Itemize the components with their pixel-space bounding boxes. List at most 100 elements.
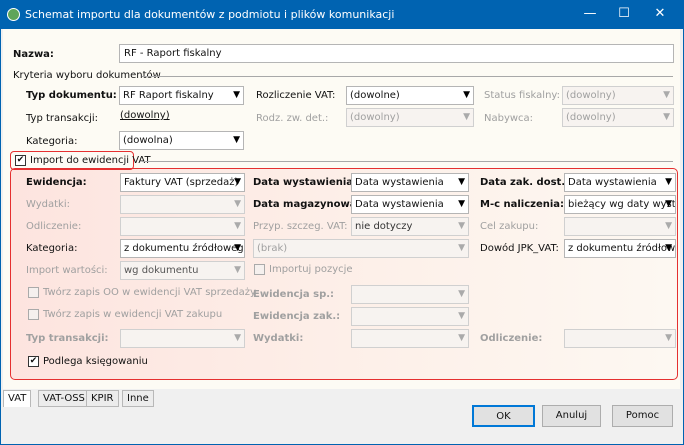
minimize-button[interactable]: — (580, 5, 600, 23)
przyp-label: Przyp. szczeg. VAT: (253, 221, 348, 232)
chevron-down-icon: ▼ (458, 221, 465, 231)
ew-zak-combo[interactable]: ▼ (351, 307, 469, 326)
tab-inne[interactable]: Inne (122, 390, 154, 407)
chevron-down-icon: ▼ (458, 199, 465, 209)
wydatki2-label: Wydatki: (253, 333, 304, 344)
cancel-button[interactable]: Anuluj (542, 405, 601, 427)
data-wyst-combo[interactable]: Data wystawienia ▼ (351, 173, 469, 192)
data-zak-label: Data zak. dost.: (480, 177, 570, 188)
przyp-combo[interactable]: nie dotyczy ▼ (351, 217, 469, 236)
tab-vat-oss[interactable]: VAT-OSS (38, 390, 90, 407)
ok-button[interactable]: OK (472, 405, 535, 427)
rodz-combo[interactable]: (dowolny) ▼ (346, 108, 474, 127)
chevron-down-icon: ▼ (234, 221, 241, 231)
help-button[interactable]: Pomoc (612, 405, 673, 427)
chevron-down-icon: ▼ (665, 243, 672, 253)
import-wart-label: Import wartości: (26, 265, 108, 276)
chevron-down-icon: ▼ (233, 135, 240, 145)
ewidencja-combo[interactable]: Faktury VAT (sprzedaż) ▼ (120, 173, 245, 192)
chevron-down-icon: ▼ (458, 289, 465, 299)
chevron-down-icon: ▼ (458, 243, 465, 253)
odliczenie2-combo[interactable]: ▼ (564, 329, 676, 348)
typ-dok-combo[interactable]: RF Raport fiskalny ▼ (119, 86, 244, 105)
zak-label: Twórz zapis w ewidencji VAT zakupu (43, 309, 223, 320)
close-button[interactable]: ✕ (650, 5, 670, 23)
podlega-label: Podlega księgowaniu (43, 356, 148, 367)
chevron-down-icon: ▼ (665, 221, 672, 231)
chevron-down-icon: ▼ (463, 112, 470, 122)
divider (142, 76, 673, 77)
wydatki-label: Wydatki: (26, 199, 70, 210)
chevron-down-icon: ▼ (663, 90, 670, 100)
ew-sp-label: Ewidencja sp.: (253, 289, 335, 300)
cel-combo[interactable]: ▼ (564, 217, 676, 236)
chevron-down-icon: ▼ (233, 90, 240, 100)
ew-zak-label: Ewidencja zak.: (253, 311, 341, 322)
chevron-down-icon: ▼ (458, 311, 465, 321)
importuj-poz-checkbox[interactable] (254, 264, 265, 275)
kategoria-combo[interactable]: (dowolna) ▼ (119, 131, 244, 150)
odliczenie-label: Odliczenie: (26, 221, 82, 232)
import-vat-checkbox[interactable]: ✔ (15, 155, 26, 166)
nabywca-label: Nabywca: (484, 113, 534, 124)
typ-trans-label: Typ transakcji: (26, 113, 99, 124)
chevron-down-icon: ▼ (663, 112, 670, 122)
import-wart-combo[interactable]: wg dokumentu ▼ (120, 261, 245, 280)
oo-checkbox[interactable] (28, 287, 39, 298)
kategoria-label: Kategoria: (26, 136, 78, 147)
title-bar: Schemat importu dla dokumentów z podmiot… (0, 0, 684, 29)
chevron-down-icon: ▼ (458, 177, 465, 187)
kryteria-label: Kryteria wyboru dokumentów (13, 70, 161, 81)
maximize-button[interactable]: ☐ (614, 5, 634, 23)
oo-label: Twórz zapis OO w ewidencji VAT sprzedaży (43, 287, 256, 298)
tab-kpir[interactable]: KPIR (86, 390, 119, 407)
typ-trans2-label: Typ transakcji: (26, 333, 109, 344)
typ-dok-label: Typ dokumentu: (26, 90, 117, 101)
wydatki-combo[interactable]: ▼ (120, 195, 245, 214)
rodz-label: Rodz. zw. det.: (256, 113, 329, 124)
data-zak-combo[interactable]: Data wystawienia ▼ (564, 173, 676, 192)
divider (142, 161, 673, 162)
chevron-down-icon: ▼ (458, 333, 465, 343)
podlega-checkbox[interactable]: ✔ (28, 356, 39, 367)
rozliczenie-label: Rozliczenie VAT: (256, 90, 336, 101)
typ-trans2-combo[interactable]: ▼ (120, 329, 245, 348)
nazwa-label: Nazwa: (13, 49, 54, 60)
form-area: Nazwa: RF - Raport fiskalny Kryteria wyb… (3, 29, 680, 389)
vat-kategoria-combo[interactable]: z dokumentu źródłowego ▼ (120, 239, 245, 258)
app-icon (7, 8, 20, 21)
mc-label: M-c naliczenia: (480, 199, 565, 210)
mc-combo[interactable]: bieżący wg daty wysta ▼ (564, 195, 676, 214)
kategoria-detail-combo[interactable]: (brak) ▼ (253, 239, 469, 258)
status-combo[interactable]: (dowolny) ▼ (562, 86, 674, 105)
import-vat-label: Import do ewidencji VAT (30, 155, 151, 166)
chevron-down-icon: ▼ (234, 243, 241, 253)
importuj-poz-label: Importuj pozycje (269, 264, 353, 275)
data-wyst-label: Data wystawienia: (253, 177, 358, 188)
rozliczenie-combo[interactable]: (dowolne) ▼ (346, 86, 474, 105)
ewidencja-label: Ewidencja: (26, 177, 87, 188)
nabywca-combo[interactable]: (dowolny) ▼ (562, 108, 674, 127)
zak-checkbox[interactable] (28, 309, 39, 320)
cel-label: Cel zakupu: (480, 221, 539, 232)
typ-trans-link[interactable]: (dowolny) (120, 110, 170, 121)
tab-vat[interactable]: VAT (3, 390, 32, 407)
status-label: Status fiskalny: (484, 90, 560, 101)
data-mag-combo[interactable]: Data wystawienia ▼ (351, 195, 469, 214)
chevron-down-icon: ▼ (665, 177, 672, 187)
chevron-down-icon: ▼ (234, 177, 241, 187)
dowod-label: Dowód JPK_VAT: (480, 243, 559, 254)
odliczenie2-label: Odliczenie: (480, 333, 543, 344)
chevron-down-icon: ▼ (234, 265, 241, 275)
odliczenie-combo[interactable]: ▼ (120, 217, 245, 236)
chevron-down-icon: ▼ (234, 333, 241, 343)
chevron-down-icon: ▼ (665, 199, 672, 209)
chevron-down-icon: ▼ (463, 90, 470, 100)
dowod-combo[interactable]: z dokumentu źródłowe ▼ (564, 239, 676, 258)
ew-sp-combo[interactable]: ▼ (351, 285, 469, 304)
data-mag-label: Data magazynowa: (253, 199, 361, 210)
wydatki2-combo[interactable]: ▼ (351, 329, 469, 348)
nazwa-input[interactable]: RF - Raport fiskalny (119, 44, 674, 63)
window-title: Schemat importu dla dokumentów z podmiot… (25, 8, 395, 21)
vat-kategoria-label: Kategoria: (26, 243, 78, 254)
